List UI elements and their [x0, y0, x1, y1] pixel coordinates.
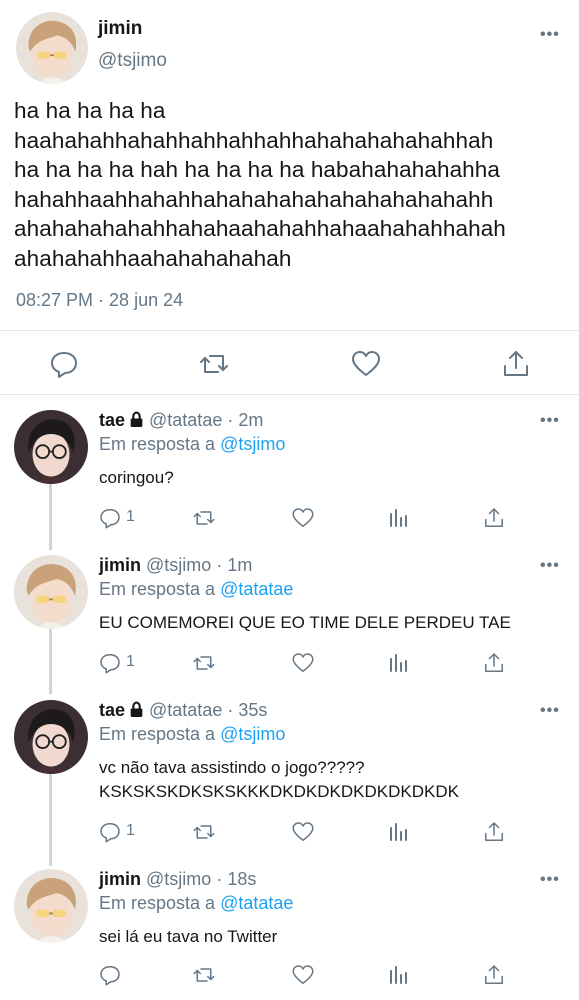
author-name[interactable]: tae	[99, 410, 125, 430]
reply-count: 1	[126, 508, 135, 525]
main-tweet-header: jimin @tsjimo •••	[0, 0, 579, 90]
share-icon[interactable]	[500, 348, 532, 380]
like-icon[interactable]	[291, 651, 315, 675]
avatar[interactable]	[14, 410, 88, 484]
like-icon[interactable]	[291, 963, 315, 987]
in-reply-prefix: Em resposta a	[99, 579, 216, 599]
reply-time: · 2m	[227, 410, 264, 430]
mention-link[interactable]: @tsjimo	[220, 724, 285, 744]
reply-icon[interactable]	[98, 651, 122, 675]
author-handle[interactable]: @tsjimo	[146, 555, 211, 575]
reply-tweet[interactable]: jimin @tsjimo · 18s ••• Em resposta a @t…	[0, 869, 579, 1000]
author-handle[interactable]: @tatatae	[149, 410, 222, 430]
reply-time: · 35s	[227, 700, 268, 720]
tweet-text: ha ha ha ha ha haahahahhahahhahhahhahhah…	[14, 98, 506, 271]
reply-text: sei lá eu tava no Twitter	[99, 927, 278, 946]
like-icon[interactable]	[291, 506, 315, 530]
in-reply-prefix: Em resposta a	[99, 434, 216, 454]
reply-tweet[interactable]: tae @tatatae · 35s ••• Em resposta a @tsj…	[0, 700, 579, 860]
retweet-icon[interactable]	[192, 820, 216, 844]
reply-icon[interactable]	[98, 506, 122, 530]
retweet-icon[interactable]	[192, 651, 216, 675]
reply-icon[interactable]	[98, 820, 122, 844]
reply-tweet[interactable]: jimin @tsjimo · 1m ••• Em resposta a @ta…	[0, 555, 579, 685]
reply-header: tae @tatatae · 2m	[99, 410, 263, 433]
more-dots-icon[interactable]: •••	[540, 702, 560, 720]
author-name[interactable]: tae	[99, 700, 125, 720]
divider	[0, 394, 579, 395]
mention-link[interactable]: @tatatae	[220, 893, 293, 913]
avatar[interactable]	[16, 12, 88, 84]
in-reply-prefix: Em resposta a	[99, 724, 216, 744]
more-dots-icon[interactable]: •••	[540, 871, 560, 889]
mention-link[interactable]: @tatatae	[220, 579, 293, 599]
reply-text: vc não tava assistindo o jogo????? KSKSK…	[99, 758, 459, 801]
tweet-timestamp[interactable]: 08:27 PM · 28 jun 24	[16, 290, 183, 311]
retweet-icon[interactable]	[192, 506, 216, 530]
share-icon[interactable]	[482, 820, 506, 844]
more-dots-icon[interactable]: •••	[540, 557, 560, 575]
reply-time: · 1m	[216, 555, 253, 575]
share-icon[interactable]	[482, 963, 506, 987]
analytics-icon[interactable]	[387, 506, 411, 530]
avatar[interactable]	[14, 869, 88, 943]
divider	[0, 330, 579, 331]
avatar[interactable]	[14, 700, 88, 774]
lock-icon	[128, 701, 145, 723]
author-handle[interactable]: @tsjimo	[146, 869, 211, 889]
reply-icon[interactable]	[98, 963, 122, 987]
avatar[interactable]	[14, 555, 88, 629]
reply-count: 1	[126, 653, 135, 670]
like-icon[interactable]	[291, 820, 315, 844]
reply-time: · 18s	[216, 869, 257, 889]
in-reply-to: Em resposta a @tsjimo	[99, 724, 285, 745]
reply-text: EU COMEMOREI QUE EO TIME DELE PERDEU TAE	[99, 613, 511, 632]
lock-icon	[128, 411, 145, 433]
author-name[interactable]: jimin	[99, 555, 141, 575]
retweet-icon[interactable]	[198, 348, 230, 380]
author-handle[interactable]: @tsjimo	[98, 50, 167, 72]
more-dots-icon[interactable]: •••	[540, 412, 560, 430]
more-dots-icon[interactable]: •••	[540, 26, 560, 44]
analytics-icon[interactable]	[387, 651, 411, 675]
in-reply-to: Em resposta a @tatatae	[99, 893, 293, 914]
author-name[interactable]: jimin	[99, 869, 141, 889]
share-icon[interactable]	[482, 651, 506, 675]
reply-header: jimin @tsjimo · 18s	[99, 869, 256, 890]
in-reply-to: Em resposta a @tatatae	[99, 579, 293, 600]
share-icon[interactable]	[482, 506, 506, 530]
in-reply-to: Em resposta a @tsjimo	[99, 434, 285, 455]
reply-tweet[interactable]: tae @tatatae · 2m ••• Em resposta a @tsji…	[0, 410, 579, 540]
analytics-icon[interactable]	[387, 820, 411, 844]
reply-header: jimin @tsjimo · 1m	[99, 555, 252, 576]
in-reply-prefix: Em resposta a	[99, 893, 216, 913]
author-handle[interactable]: @tatatae	[149, 700, 222, 720]
author-name[interactable]: jimin	[98, 18, 142, 40]
analytics-icon[interactable]	[387, 963, 411, 987]
retweet-icon[interactable]	[192, 963, 216, 987]
reply-count: 1	[126, 822, 135, 839]
mention-link[interactable]: @tsjimo	[220, 434, 285, 454]
reply-text: coringou?	[99, 468, 174, 487]
reply-icon[interactable]	[48, 348, 80, 380]
like-icon[interactable]	[350, 348, 382, 380]
reply-header: tae @tatatae · 35s	[99, 700, 267, 723]
